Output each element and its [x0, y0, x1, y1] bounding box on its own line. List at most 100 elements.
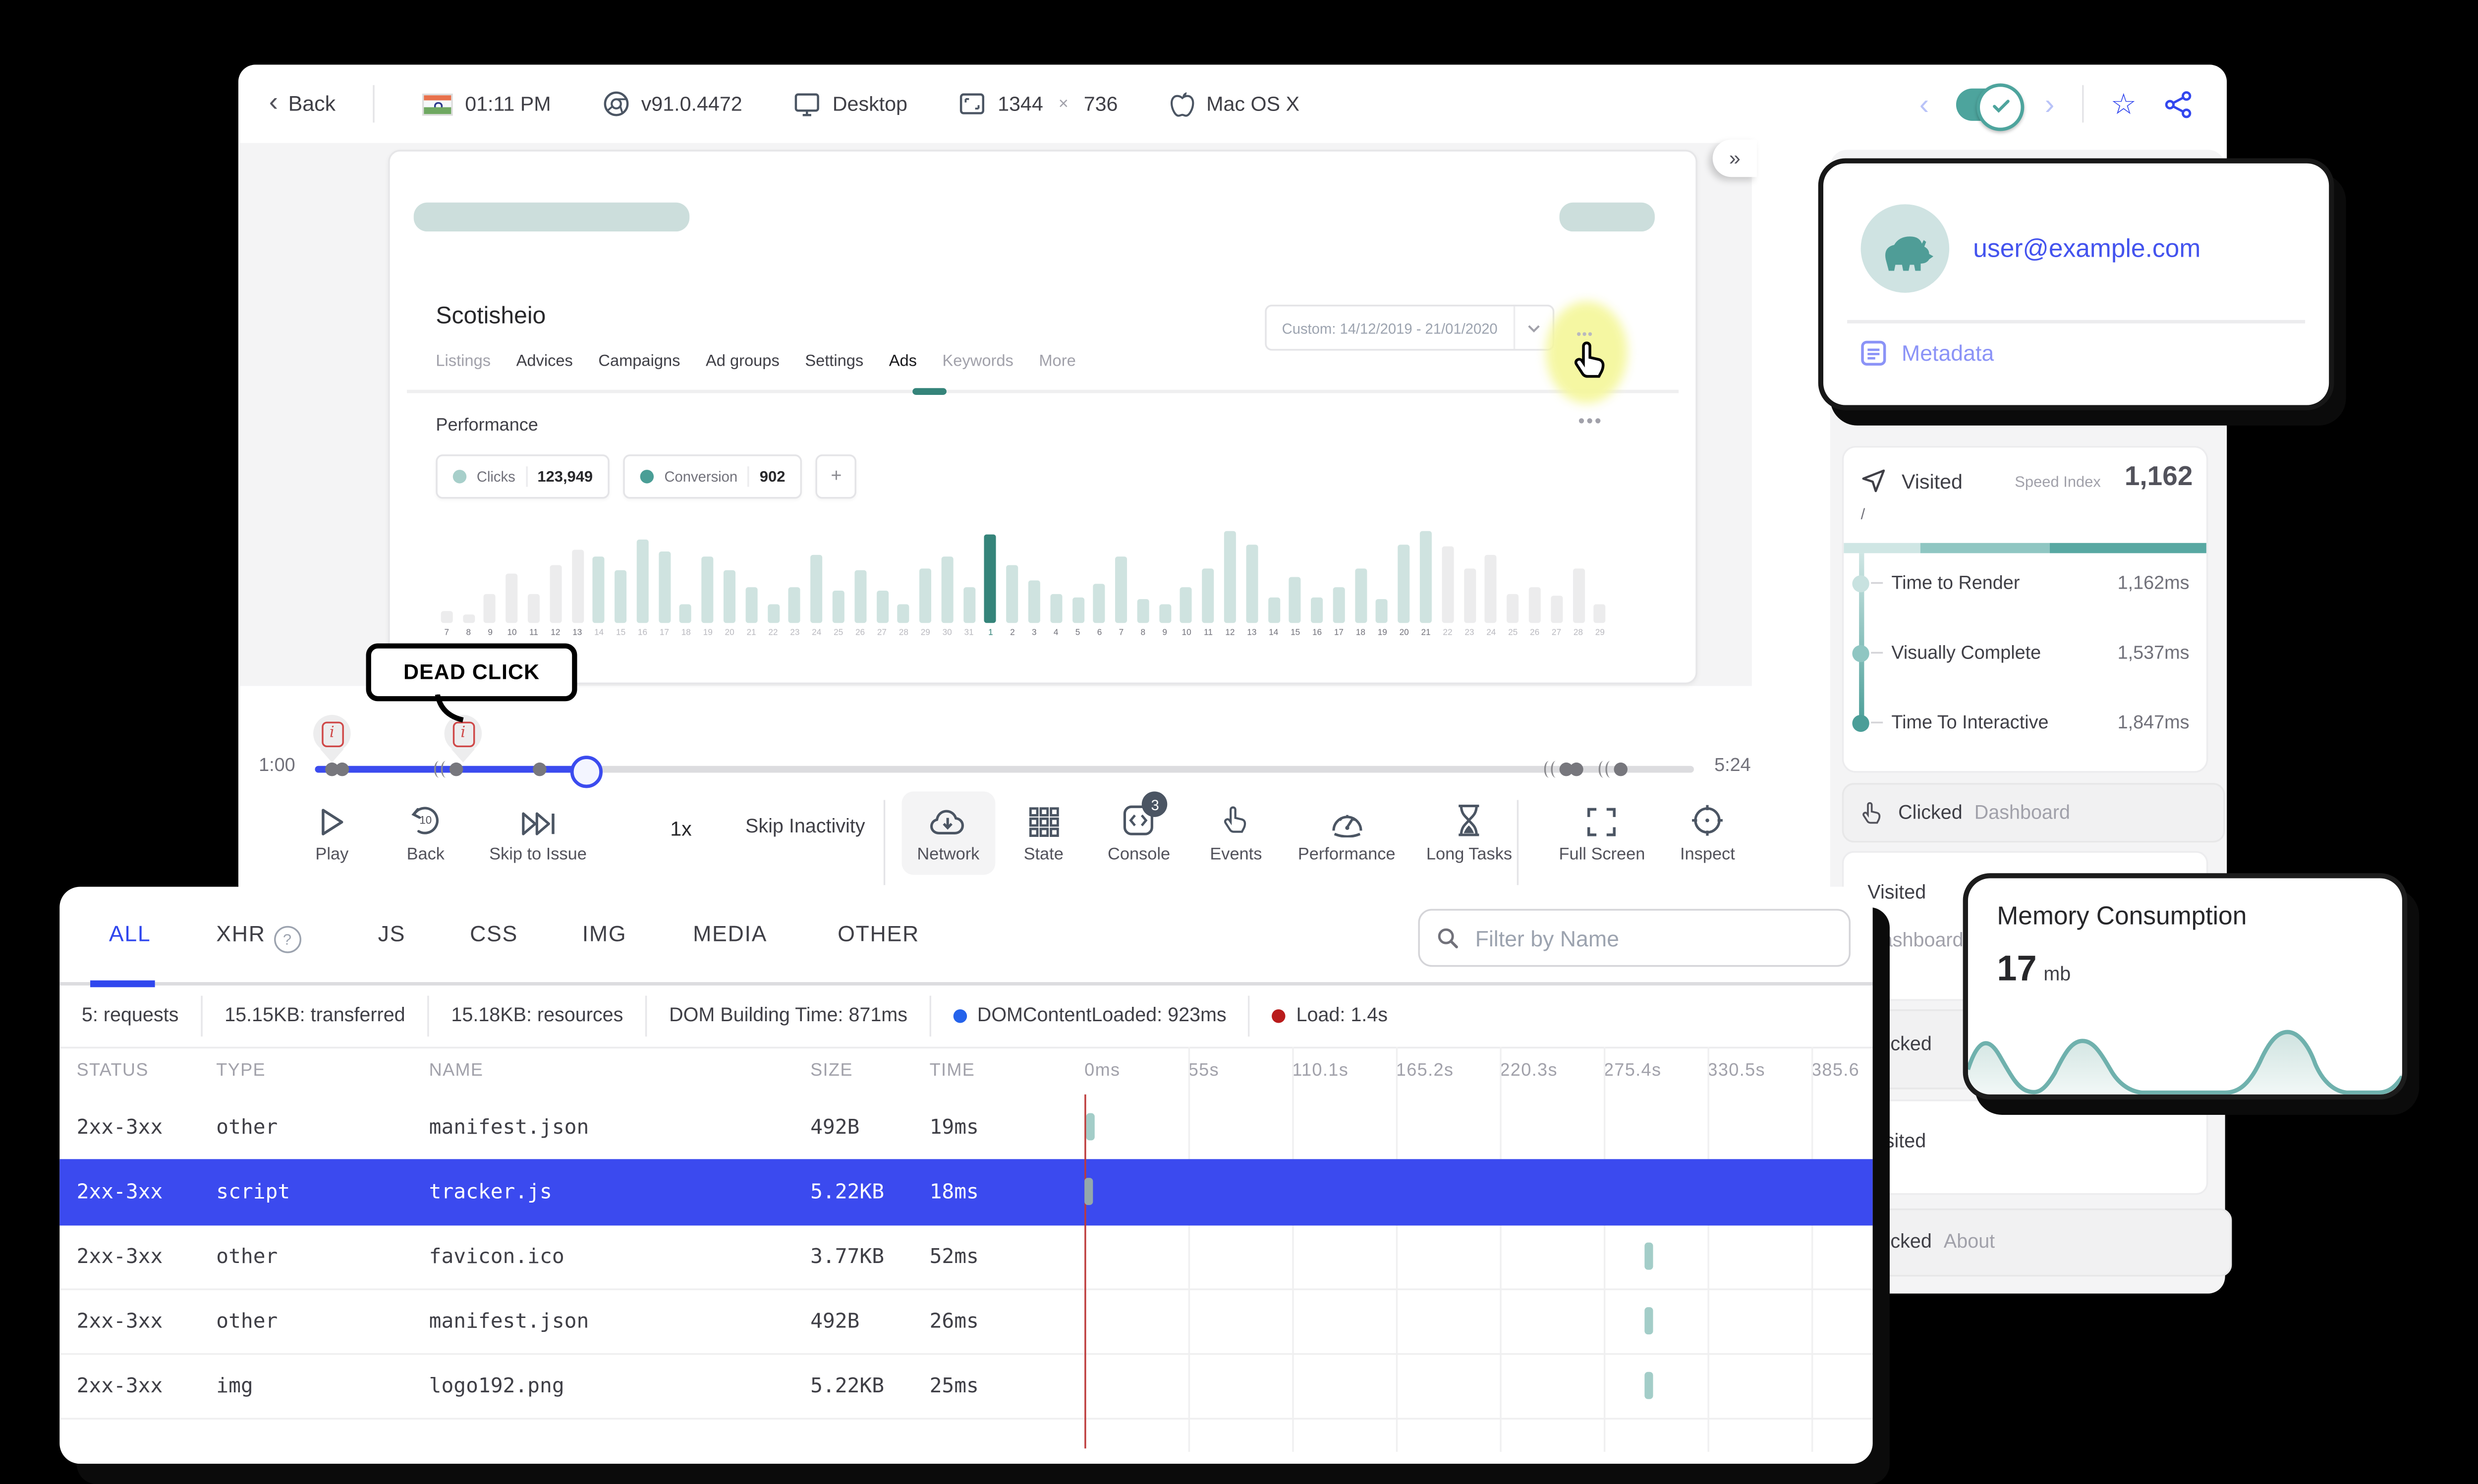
share-icon[interactable]: [2164, 89, 2193, 118]
skip-inactivity-toggle[interactable]: Skip Inactivity: [745, 817, 865, 837]
tab-campaigns[interactable]: Campaigns: [598, 352, 680, 371]
net-tab-img[interactable]: IMG: [582, 921, 627, 946]
metric-chip-clicks[interactable]: Clicks 123,949: [436, 454, 610, 499]
tab-keywords[interactable]: Keywords: [943, 352, 1014, 371]
back-button[interactable]: ‹ Back: [269, 89, 336, 117]
chart-bar-slot: 29: [914, 512, 936, 638]
net-tab-xhr[interactable]: XHR?: [216, 921, 301, 953]
issue-pin[interactable]: i: [313, 715, 351, 753]
table-row-selected[interactable]: 2xx-3xx script tracker.js 5.22KB 18ms: [59, 1159, 1873, 1226]
tab-more[interactable]: More: [1039, 352, 1075, 371]
date-range-select[interactable]: Custom: 14/12/2019 - 21/01/2020: [1265, 304, 1555, 351]
more-menu-icon[interactable]: •••: [1578, 412, 1603, 432]
filter-field[interactable]: [1418, 909, 1851, 967]
skip-to-issue-button[interactable]: Skip to Issue: [489, 803, 587, 865]
events-panel-button[interactable]: Events: [1210, 803, 1262, 865]
add-metric-button[interactable]: +: [816, 454, 857, 499]
chart-bar-label: 23: [1464, 628, 1474, 639]
chart-bar-slot: 29: [1589, 512, 1611, 638]
chart-bar: [1050, 594, 1062, 623]
collapse-panel-button[interactable]: »: [1712, 139, 1757, 177]
user-email-link[interactable]: user@example.com: [1973, 235, 2200, 264]
chart-bar-slot: 27: [871, 512, 893, 638]
tab-settings[interactable]: Settings: [805, 352, 863, 371]
section-title: Performance: [436, 415, 538, 436]
chart-bar: [1311, 597, 1323, 623]
event-clicked-dashboard[interactable]: Clicked Dashboard: [1842, 783, 2225, 843]
event-visited-bottom[interactable]: Visited: [1842, 1099, 2208, 1195]
net-tab-css[interactable]: CSS: [470, 921, 518, 946]
table-row[interactable]: 2xx-3xx other manifest.json 492B 26ms: [59, 1288, 1873, 1355]
net-tab-js[interactable]: JS: [378, 921, 406, 946]
metric-chip-conversion[interactable]: Conversion 902: [623, 454, 802, 499]
back-label: Back: [288, 92, 336, 116]
playback-track[interactable]: [315, 756, 1694, 788]
full-screen-button[interactable]: Full Screen: [1559, 803, 1645, 865]
network-stats: 5: requests 15.15KB: transferred 15.18KB…: [59, 986, 1873, 1049]
chart-bar-label: 9: [488, 628, 493, 639]
divider: [373, 85, 375, 123]
chart-bar-slot: 30: [936, 512, 958, 638]
chart-bar-label: 22: [1443, 628, 1453, 639]
chart-bar: [1267, 597, 1280, 623]
network-panel-button[interactable]: Network: [901, 791, 995, 875]
visited-path: /: [1860, 505, 1865, 523]
event-dot[interactable]: [533, 762, 547, 776]
console-panel-button[interactable]: 3 Console: [1108, 791, 1170, 865]
conversion-dot: [640, 470, 654, 484]
tab-advices[interactable]: Advices: [516, 352, 573, 371]
chart-bar-slot: 16: [1306, 512, 1328, 638]
table-row[interactable]: 2xx-3xx other favicon.ico 3.77KB 52ms: [59, 1224, 1873, 1290]
clicks-value: 123,949: [537, 468, 593, 486]
performance-panel-button[interactable]: Performance: [1298, 803, 1395, 865]
back-10s-button[interactable]: 10 Back: [407, 803, 445, 865]
state-panel-button[interactable]: State: [1024, 803, 1064, 865]
net-tab-all[interactable]: ALL: [109, 921, 151, 946]
filter-input[interactable]: [1471, 923, 1832, 952]
prev-session-button[interactable]: ‹: [1919, 89, 1929, 118]
playhead-handle[interactable]: [570, 756, 603, 788]
skip-forward-icon: [519, 803, 557, 837]
stat-domcontentloaded: DOMContentLoaded: 923ms: [931, 995, 1250, 1037]
autoplay-toggle[interactable]: [1956, 82, 2025, 130]
event-dot[interactable]: [1570, 762, 1583, 776]
stat-transferred: 15.15KB: transferred: [202, 995, 429, 1037]
play-button[interactable]: Play: [315, 803, 348, 865]
speed-button[interactable]: 1x: [670, 817, 692, 841]
long-tasks-panel-button[interactable]: Long Tasks: [1426, 803, 1512, 865]
chart-bar-slot: 21: [1415, 512, 1437, 638]
chart-bar-slot: 18: [675, 512, 697, 638]
event-clicked-about[interactable]: Clicked About: [1842, 1208, 2232, 1277]
col-t0: 0ms: [1084, 1060, 1121, 1081]
chart-bar-slot: 22: [762, 512, 784, 638]
event-dot[interactable]: [449, 762, 463, 776]
tab-ads[interactable]: Ads: [889, 352, 917, 371]
event-dot[interactable]: [1614, 762, 1628, 776]
topbar-actions: ‹ › ☆: [1919, 65, 2193, 143]
chart-bar: [984, 534, 997, 623]
event-ripple: [434, 761, 445, 778]
chart-bar: [767, 604, 779, 623]
speed-segments-bar: [1844, 543, 2206, 553]
tab-listings[interactable]: Listings: [436, 352, 491, 371]
table-row[interactable]: 2xx-3xx other manifest.json 492B 19ms: [59, 1095, 1873, 1161]
net-tab-media[interactable]: MEDIA: [693, 921, 767, 946]
page-tabs: Listings Advices Campaigns Ad groups Set…: [436, 352, 1075, 371]
inspect-button[interactable]: Inspect: [1680, 803, 1735, 865]
net-tab-other[interactable]: OTHER: [838, 921, 919, 946]
next-session-button[interactable]: ›: [2045, 89, 2054, 118]
visited-event-card[interactable]: Visited Speed Index 1,162 / Time to Rend…: [1842, 445, 2208, 773]
table-row[interactable]: 2xx-3xx img logo192.png 5.22KB 25ms: [59, 1353, 1873, 1420]
chart-bar: [484, 594, 497, 623]
dcl-dot: [953, 1009, 967, 1023]
chart-bar: [1137, 599, 1149, 623]
chart-bar-slot: 5: [1067, 512, 1089, 638]
tab-ad-groups[interactable]: Ad groups: [706, 352, 780, 371]
favorite-star-icon[interactable]: ☆: [2111, 89, 2137, 118]
resolution-icon: [959, 93, 985, 114]
page-title: Scotisheio: [436, 301, 546, 329]
metadata-button[interactable]: Metadata: [1861, 340, 1994, 366]
event-dot[interactable]: [335, 762, 349, 776]
help-icon[interactable]: ?: [274, 926, 301, 953]
chart-bar-slot: 10: [501, 512, 523, 638]
